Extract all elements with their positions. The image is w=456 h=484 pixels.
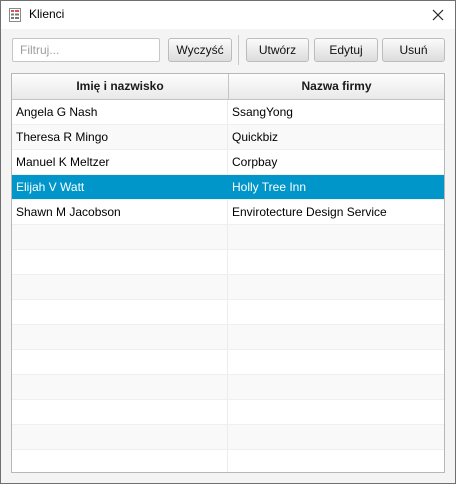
toolbar: Wyczyść Utwórz Edytuj Usuń bbox=[1, 29, 455, 71]
cell-company: Holly Tree Inn bbox=[232, 180, 307, 194]
table-row[interactable] bbox=[12, 275, 444, 300]
close-button[interactable] bbox=[421, 1, 455, 29]
cell-company bbox=[228, 275, 444, 299]
table-body: Angela G Nash SsangYong Theresa R Mingo Qui… bbox=[12, 100, 444, 472]
table-row[interactable] bbox=[12, 425, 444, 450]
clients-table[interactable]: Imię i nazwisko Nazwa firmy Angela G Nas… bbox=[11, 73, 445, 473]
cell-company bbox=[228, 225, 444, 249]
close-icon bbox=[432, 9, 444, 21]
table-row[interactable] bbox=[12, 400, 444, 425]
table-row[interactable] bbox=[12, 350, 444, 375]
cell-name bbox=[12, 275, 228, 299]
filter-input[interactable] bbox=[12, 38, 160, 62]
cell-name: Angela G Nash bbox=[12, 100, 228, 124]
cell-name bbox=[12, 450, 228, 472]
delete-button[interactable]: Usuń bbox=[382, 38, 445, 62]
cell-name bbox=[12, 325, 228, 349]
cell-name bbox=[12, 350, 228, 374]
edit-button[interactable]: Edytuj bbox=[314, 38, 378, 62]
column-header-name[interactable]: Imię i nazwisko bbox=[12, 74, 229, 99]
cell-company: Quickbiz bbox=[232, 130, 279, 144]
table-row[interactable]: Elijah V Watt Holly Tree Inn bbox=[12, 175, 444, 200]
cell-company: Corpbay bbox=[232, 155, 278, 169]
create-button[interactable]: Utwórz bbox=[246, 38, 309, 62]
cell-name bbox=[12, 375, 228, 399]
cell-name: Elijah V Watt bbox=[12, 175, 228, 199]
cell-name bbox=[12, 250, 228, 274]
clients-app-icon bbox=[9, 8, 21, 22]
clear-button[interactable]: Wyczyść bbox=[168, 38, 232, 62]
cell-name bbox=[12, 400, 228, 424]
cell-company: Envirotecture Design Service bbox=[232, 205, 387, 219]
window-title: Klienci bbox=[29, 7, 65, 21]
cell-name: Shawn M Jacobson bbox=[12, 200, 228, 224]
cell-company bbox=[228, 325, 444, 349]
table-row[interactable]: Theresa R Mingo Quickbiz bbox=[12, 125, 444, 150]
cell-name: Theresa R Mingo bbox=[12, 125, 228, 149]
cell-company bbox=[228, 250, 444, 274]
cell-name bbox=[12, 225, 228, 249]
cell-name: Manuel K Meltzer bbox=[12, 150, 228, 174]
table-row[interactable] bbox=[12, 325, 444, 350]
table-row[interactable] bbox=[12, 450, 444, 472]
title-bar: Klienci bbox=[1, 1, 455, 29]
table-row[interactable]: Shawn M Jacobson Envirotecture Design Ser… bbox=[12, 200, 444, 225]
table-row[interactable]: Angela G Nash SsangYong bbox=[12, 100, 444, 125]
cell-name bbox=[12, 300, 228, 324]
table-row[interactable] bbox=[12, 225, 444, 250]
cell-company bbox=[228, 375, 444, 399]
table-row[interactable] bbox=[12, 375, 444, 400]
cell-company bbox=[228, 400, 444, 424]
cell-name bbox=[12, 425, 228, 449]
cell-company: SsangYong bbox=[232, 105, 293, 119]
column-header-company[interactable]: Nazwa firmy bbox=[229, 74, 444, 99]
cell-company bbox=[228, 300, 444, 324]
table-header: Imię i nazwisko Nazwa firmy bbox=[12, 74, 444, 100]
cell-company bbox=[228, 350, 444, 374]
table-row[interactable] bbox=[12, 250, 444, 275]
table-row[interactable]: Manuel K Meltzer Corpbay bbox=[12, 150, 444, 175]
clients-window: Klienci Wyczyść Utwórz Edytuj Usuń Imię … bbox=[0, 0, 456, 484]
cell-company bbox=[228, 450, 444, 472]
toolbar-separator bbox=[238, 35, 239, 65]
cell-company bbox=[228, 425, 444, 449]
table-row[interactable] bbox=[12, 300, 444, 325]
